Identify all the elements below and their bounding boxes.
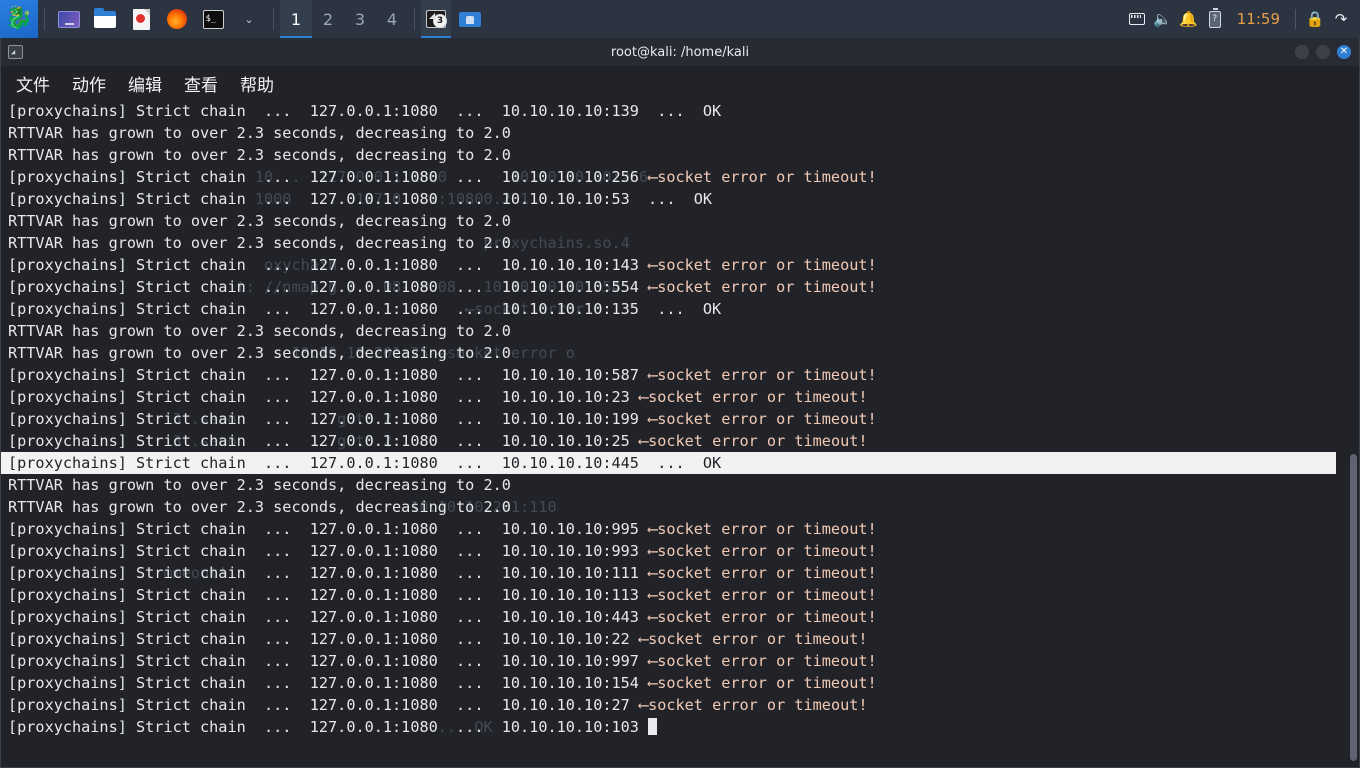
taskbar: 🐉 $_ ⌄ 1 2 3 4 ◢ 3 🔈 🔔 ? 11:59 🔒 ↷ — [0, 0, 1360, 38]
files-window-icon — [459, 11, 481, 27]
terminal-line: RTTVAR has grown to over 2.3 seconds, de… — [8, 234, 511, 252]
terminal-line: [proxychains] Strict chain ... 127.0.0.1… — [8, 168, 877, 186]
terminal-line: RTTVAR has grown to over 2.3 seconds, de… — [8, 124, 511, 142]
logout-icon[interactable]: ↷ — [1328, 0, 1354, 38]
terminal-line: [proxychains] Strict chain ... 127.0.0.1… — [8, 696, 868, 714]
battery-icon[interactable]: ? — [1202, 0, 1228, 38]
terminal-line: [proxychains] Strict chain ... 127.0.0.1… — [8, 300, 722, 318]
network-icon[interactable] — [1124, 0, 1150, 38]
clock[interactable]: 11:59 — [1228, 10, 1289, 28]
workspace-label: 3 — [354, 9, 366, 29]
terminal-line: [proxychains] Strict chain ... 127.0.0.1… — [8, 716, 1360, 738]
terminal-output[interactable]: [proxychains] Strict chain 10... 127.0.0… — [0, 100, 1360, 768]
socket-error-text: ⟵socket error or timeout! — [648, 278, 877, 296]
terminal-line: [proxychains] Strict chain ... 127.0.0.1… — [8, 432, 868, 450]
terminal-line: RTTVAR has grown to over 2.3 seconds, de… — [8, 476, 511, 494]
terminal-line: [proxychains] Strict chain ... 127.0.0.1… — [8, 278, 877, 296]
socket-error-text: ⟵socket error or timeout! — [648, 542, 877, 560]
menu-bar: 文件 动作 编辑 查看 帮助 — [0, 66, 1360, 100]
terminal-line: [proxychains] Strict chain ... 127.0.0.1… — [8, 102, 722, 120]
window-titlebar[interactable]: ◢ root@kali: /home/kali ✕ — [0, 38, 1360, 66]
taskbar-divider-1 — [44, 8, 45, 30]
taskbar-left: 🐉 $_ ⌄ 1 2 3 4 ◢ 3 — [0, 0, 489, 38]
terminal-line: [proxychains] Strict chain ... 127.0.0.1… — [8, 608, 877, 626]
notification-bell-icon[interactable]: 🔔 — [1176, 0, 1202, 38]
terminal-line: [proxychains] Strict chain ... 127.0.0.1… — [8, 520, 877, 538]
tray-divider — [1295, 9, 1296, 29]
terminal-line: RTTVAR has grown to over 2.3 seconds, de… — [8, 212, 511, 230]
taskbar-divider-3 — [414, 8, 415, 30]
files-window-button[interactable] — [451, 0, 489, 38]
workspace-button-3[interactable]: 3 — [344, 0, 376, 38]
socket-error-text: ⟵socket error or timeout! — [638, 432, 868, 450]
taskbar-divider-2 — [273, 8, 274, 30]
file-manager-icon[interactable] — [87, 0, 123, 38]
terminal-line: RTTVAR has grown to over 2.3 seconds, de… — [8, 498, 511, 516]
workspace-label: 2 — [322, 9, 334, 29]
terminal-window: ◢ root@kali: /home/kali ✕ 文件 动作 编辑 查看 帮助… — [0, 38, 1360, 768]
display-settings-icon[interactable] — [51, 0, 87, 38]
chevron-down-icon[interactable]: ⌄ — [231, 0, 267, 38]
socket-error-text: ⟵socket error or timeout! — [648, 608, 877, 626]
socket-error-text: ⟵socket error or timeout! — [638, 696, 868, 714]
socket-error-text: ⟵socket error or timeout! — [638, 630, 868, 648]
terminal-line: [proxychains] Strict chain ... 127.0.0.1… — [8, 652, 877, 670]
minimize-button[interactable] — [1295, 45, 1309, 59]
terminal-line: [proxychains] Strict chain ... 127.0.0.1… — [8, 190, 713, 208]
terminal-line: [proxychains] Strict chain ... 127.0.0.1… — [8, 674, 877, 692]
socket-error-text: ⟵socket error or timeout! — [648, 520, 877, 538]
terminal-scrollbar[interactable] — [1348, 100, 1360, 768]
menu-edit[interactable]: 编辑 — [128, 71, 162, 96]
terminal-cursor — [648, 718, 658, 735]
socket-error-text: ⟵socket error or timeout! — [648, 564, 877, 582]
terminal-line: [proxychains] Strict chain ... 127.0.0.1… — [8, 410, 877, 428]
terminal-line: RTTVAR has grown to over 2.3 seconds, de… — [8, 146, 511, 164]
socket-error-text: ⟵socket error or timeout! — [648, 652, 877, 670]
workspace-label: 1 — [290, 9, 302, 29]
socket-error-text: ⟵socket error or timeout! — [648, 256, 877, 274]
terminal-line: [proxychains] Strict chain ... 127.0.0.1… — [8, 630, 868, 648]
window-title: root@kali: /home/kali — [610, 44, 750, 60]
terminal-text: [proxychains] Strict chain ... 127.0.0.1… — [0, 100, 1360, 768]
workspace-button-2[interactable]: 2 — [312, 0, 344, 38]
terminal-launcher-icon[interactable]: $_ — [195, 0, 231, 38]
terminal-line: RTTVAR has grown to over 2.3 seconds, de… — [8, 322, 511, 340]
socket-error-text: ⟵socket error or timeout! — [648, 674, 877, 692]
kali-menu-button[interactable]: 🐉 — [0, 0, 38, 38]
window-count-badge: 3 — [433, 14, 447, 28]
terminal-window-button[interactable]: ◢ 3 — [421, 0, 451, 38]
volume-icon[interactable]: 🔈 — [1150, 0, 1176, 38]
scrollbar-thumb[interactable] — [1350, 454, 1357, 762]
terminal-line: [proxychains] Strict chain ... 127.0.0.1… — [8, 388, 868, 406]
kali-dragon-logo-icon: 🐉 — [5, 6, 33, 31]
lock-icon[interactable]: 🔒 — [1302, 0, 1328, 38]
socket-error-text: ⟵socket error or timeout! — [638, 388, 868, 406]
firefox-icon[interactable] — [159, 0, 195, 38]
window-controls: ✕ — [1295, 45, 1360, 59]
socket-error-text: ⟵socket error or timeout! — [648, 410, 877, 428]
workspace-label: 4 — [386, 9, 398, 29]
socket-error-text: ⟵socket error or timeout! — [648, 366, 877, 384]
terminal-line: RTTVAR has grown to over 2.3 seconds, de… — [8, 344, 511, 362]
workspace-button-4[interactable]: 4 — [376, 0, 408, 38]
socket-error-text: ⟵socket error or timeout! — [648, 586, 877, 604]
terminal-line: [proxychains] Strict chain ... 127.0.0.1… — [8, 564, 877, 582]
terminal-line-highlighted: [proxychains] Strict chain ... 127.0.0.1… — [0, 452, 1336, 474]
system-tray: 🔈 🔔 ? 11:59 🔒 ↷ — [1124, 0, 1360, 38]
menu-view[interactable]: 查看 — [184, 71, 218, 96]
menu-file[interactable]: 文件 — [16, 71, 50, 96]
terminal-line: [proxychains] Strict chain ... 127.0.0.1… — [8, 542, 877, 560]
terminal-window-icon: ◢ 3 — [426, 10, 447, 28]
menu-help[interactable]: 帮助 — [240, 71, 274, 96]
menu-actions[interactable]: 动作 — [72, 71, 106, 96]
close-button[interactable]: ✕ — [1337, 45, 1351, 59]
socket-error-text: ⟵socket error or timeout! — [648, 168, 877, 186]
terminal-line: [proxychains] Strict chain ... 127.0.0.1… — [8, 256, 877, 274]
terminal-line: [proxychains] Strict chain ... 127.0.0.1… — [8, 586, 877, 604]
text-editor-icon[interactable] — [123, 0, 159, 38]
terminal-line: [proxychains] Strict chain ... 127.0.0.1… — [8, 366, 877, 384]
maximize-button[interactable] — [1316, 45, 1330, 59]
workspace-button-1[interactable]: 1 — [280, 0, 312, 38]
